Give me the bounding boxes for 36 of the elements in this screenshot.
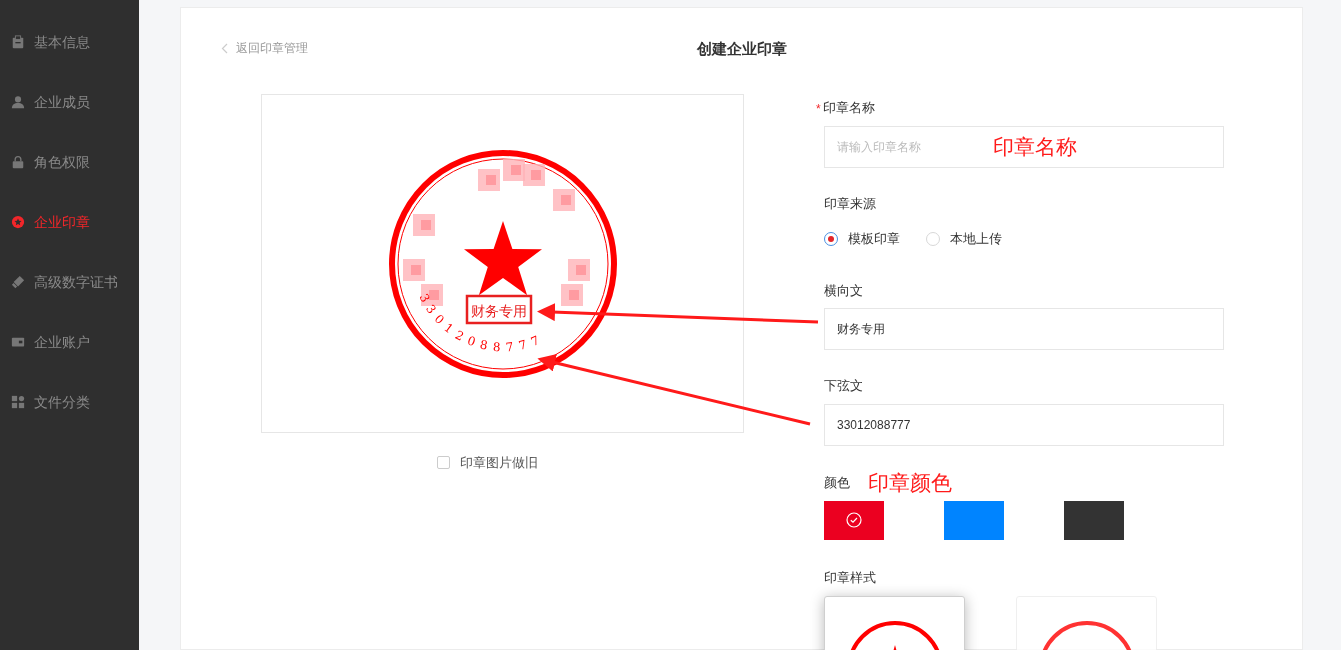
color-swatch[interactable] (944, 500, 1004, 540)
sidebar-item[interactable]: 企业印章 (0, 192, 139, 252)
star-badge-icon (11, 215, 25, 229)
annotation-text: 印章颜色 (868, 471, 952, 493)
sidebar-item[interactable]: 文件分类 (0, 372, 139, 432)
usb-icon (11, 275, 25, 289)
sidebar-item[interactable]: 高级数字证书 (0, 252, 139, 312)
color-swatch[interactable] (824, 500, 884, 540)
chevron-left-icon (221, 42, 228, 54)
annotation-text: 印章名称 (993, 133, 1077, 160)
field-label: 下弦文 (824, 377, 863, 395)
clipboard-icon (11, 35, 25, 49)
checkbox[interactable] (437, 456, 450, 470)
page-title: 创建企业印章 (696, 39, 787, 59)
required-mark: * (816, 100, 821, 118)
input-field[interactable]: 33012088777 (824, 403, 1224, 446)
field-label: 印章样式 (824, 568, 876, 587)
radio-option[interactable]: 模板印章 (824, 229, 900, 249)
back-link[interactable]: 返回印章管理 (221, 39, 308, 57)
wallet-icon (11, 335, 25, 349)
checkbox-label: 印章图片做旧 (460, 454, 538, 472)
sidebar-item[interactable]: 企业账户 (0, 312, 139, 372)
sidebar-item[interactable]: 企业成员 (0, 72, 139, 132)
sidebar-item[interactable]: 基本信息 (0, 12, 139, 72)
grid-icon (11, 395, 25, 409)
person-icon (11, 95, 25, 109)
color-swatch[interactable] (1064, 500, 1124, 540)
sidebar-item[interactable]: 角色权限 (0, 132, 139, 192)
check-circle-icon (846, 512, 862, 528)
field-label: 印章来源 (824, 194, 876, 213)
field-label: 印章名称 (822, 99, 875, 117)
lock-icon (11, 155, 25, 169)
radio-option[interactable]: 本地上传 (926, 229, 1002, 249)
field-label: 颜色 (824, 474, 850, 492)
input-field[interactable]: 财务专用 (824, 308, 1224, 350)
field-label: 横向文 (824, 281, 863, 300)
